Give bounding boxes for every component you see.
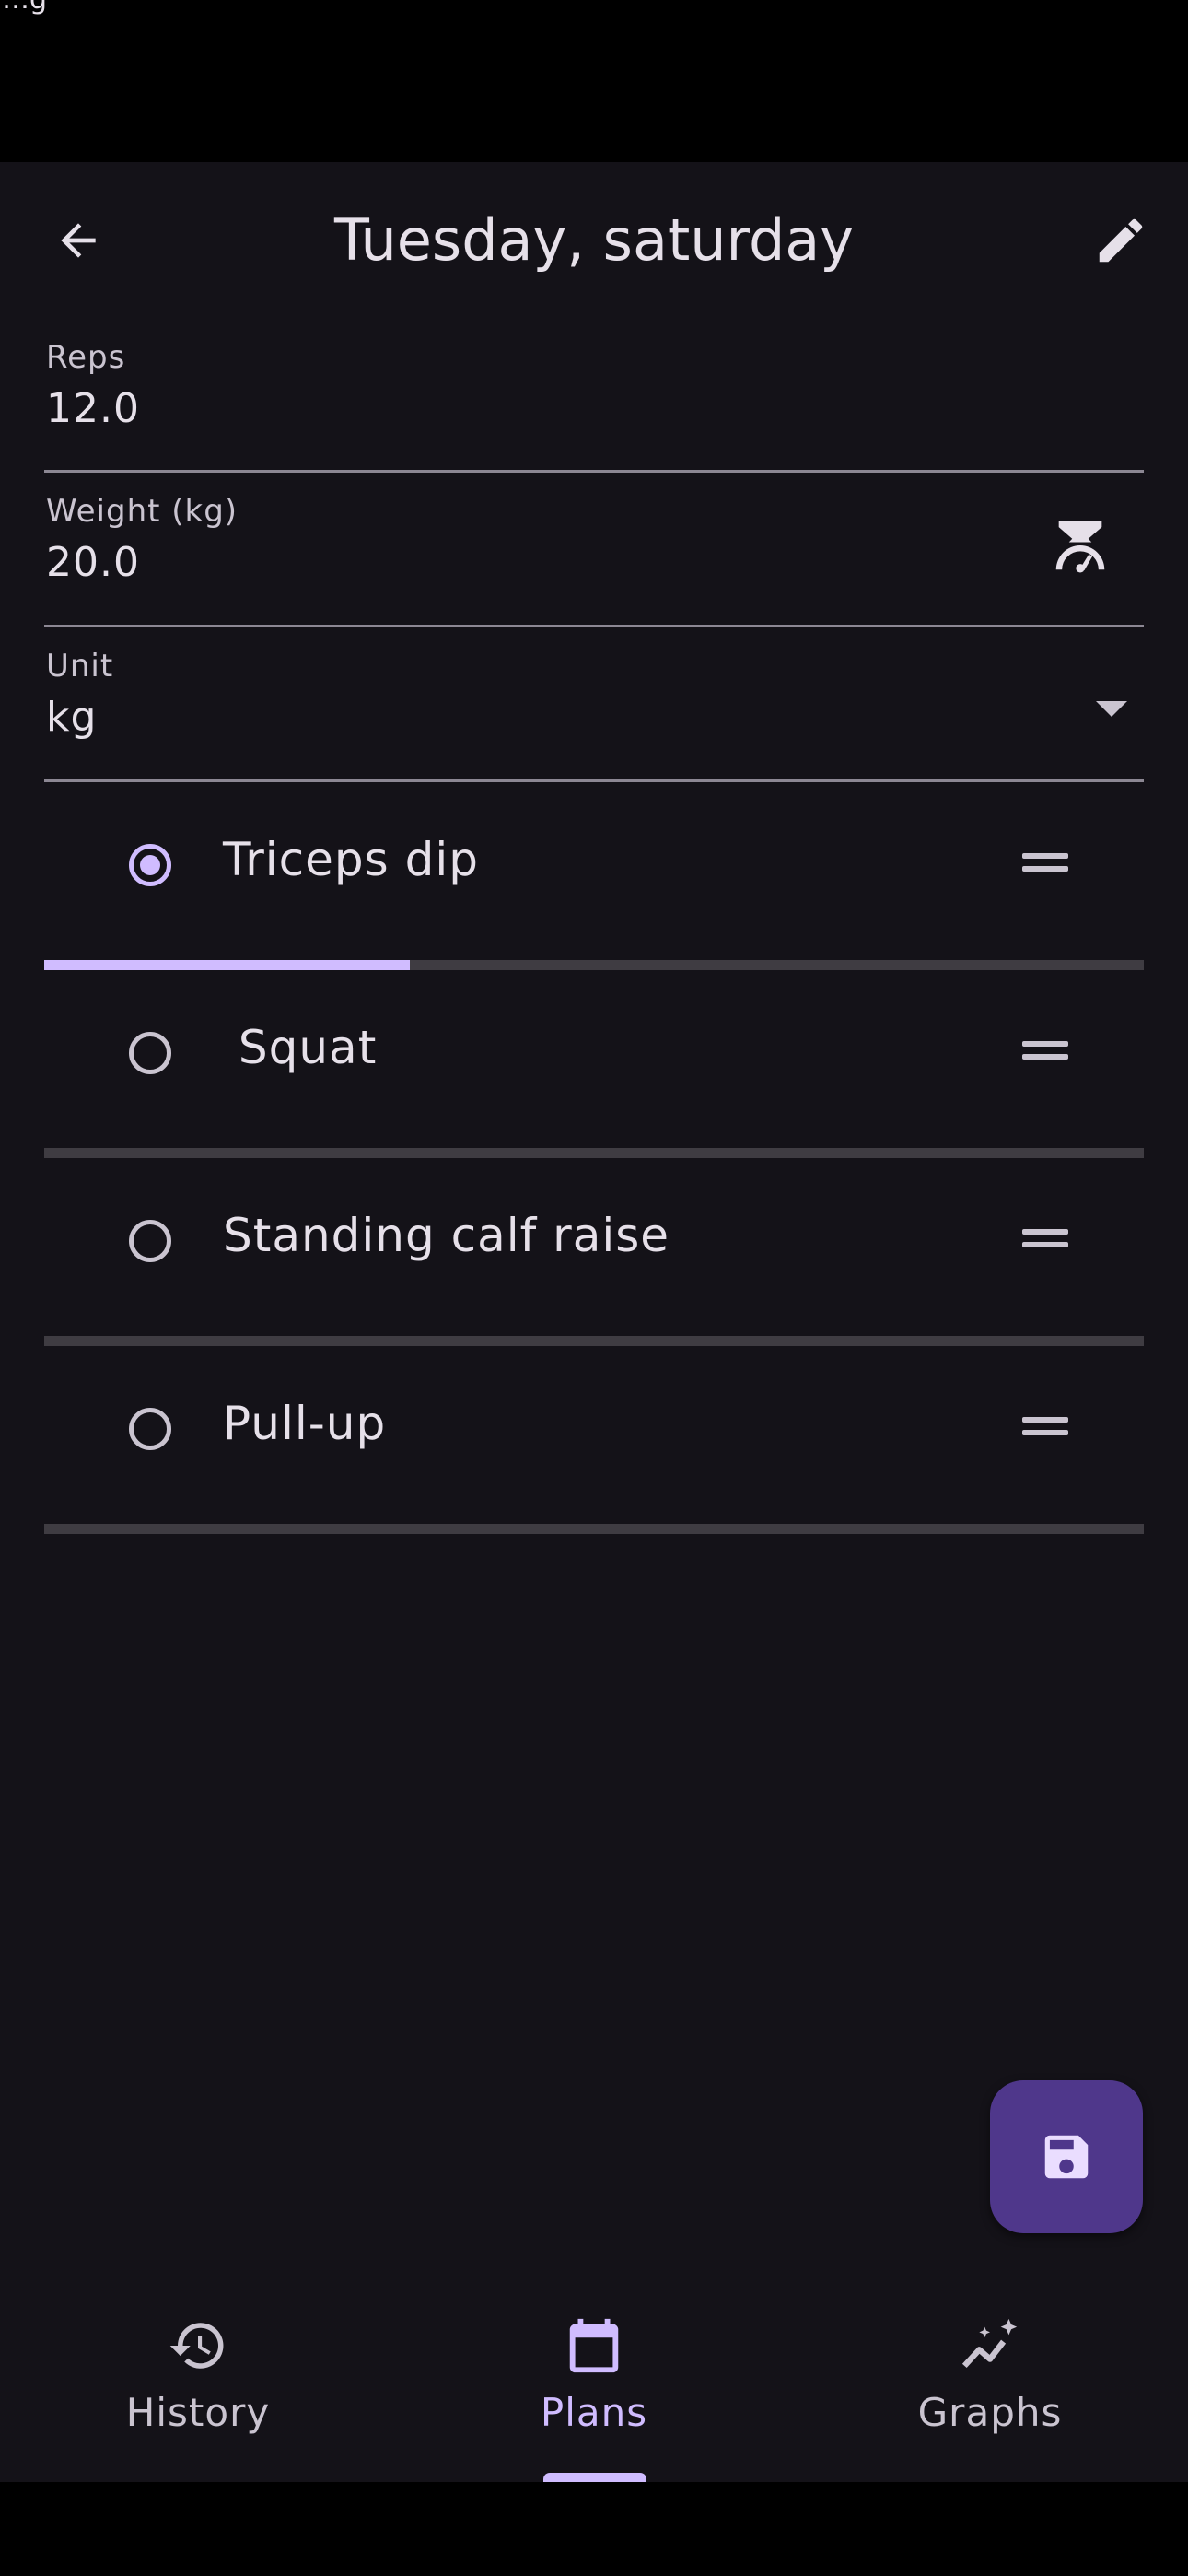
save-icon: [1044, 2135, 1089, 2179]
exercise-progress-fill: [44, 960, 410, 970]
exercise-item[interactable]: Standing calf raise: [44, 1161, 1144, 1346]
drag-handle-icon[interactable]: [1022, 1034, 1068, 1060]
drag-handle-icon[interactable]: [1022, 846, 1068, 872]
radio-selected-icon[interactable]: [129, 844, 171, 886]
exercise-name: Triceps dip: [223, 833, 479, 886]
page-title: Tuesday, saturday: [334, 206, 854, 274]
nav-item-history[interactable]: History: [0, 2265, 396, 2482]
pencil-icon: [1099, 218, 1143, 263]
nav-label: Graphs: [917, 2390, 1063, 2435]
weight-field[interactable]: Weight (kg) 20.0: [44, 473, 1144, 627]
graph-icon: [957, 2313, 1023, 2379]
system-navigation-bar: [0, 2482, 1188, 2576]
reps-field[interactable]: Reps 12.0: [44, 319, 1144, 473]
exercise-progress: [44, 960, 1144, 970]
reps-label: Reps: [46, 339, 126, 376]
radio-unselected-icon[interactable]: [129, 1220, 171, 1262]
drag-handle-icon[interactable]: [1022, 1410, 1068, 1435]
weight-label: Weight (kg): [46, 493, 239, 530]
save-fab-button[interactable]: [990, 2080, 1143, 2233]
exercise-item[interactable]: Triceps dip: [44, 785, 1144, 970]
nav-label: Plans: [540, 2390, 648, 2435]
exercise-name: Pull-up: [223, 1397, 387, 1450]
exercise-name: Squat: [223, 1021, 378, 1074]
exercise-name: Standing calf raise: [223, 1209, 670, 1262]
calendar-icon: [561, 2313, 627, 2379]
scale-button[interactable]: [1039, 504, 1122, 587]
bottom-navigation: History Plans Graphs: [0, 2265, 1188, 2482]
radio-unselected-icon[interactable]: [129, 1408, 171, 1450]
exercise-progress: [44, 1524, 1144, 1534]
history-icon: [165, 2313, 231, 2379]
exercise-item[interactable]: Pull-up: [44, 1349, 1144, 1534]
nav-item-graphs[interactable]: Graphs: [792, 2265, 1188, 2482]
dropdown-arrow-icon[interactable]: [1096, 701, 1127, 717]
scale-icon: [1055, 521, 1105, 573]
unit-label: Unit: [46, 648, 114, 685]
weight-value[interactable]: 20.0: [46, 539, 140, 586]
status-bar: …g: [0, 0, 1188, 162]
reps-value[interactable]: 12.0: [46, 385, 140, 432]
edit-button[interactable]: [1079, 199, 1162, 282]
radio-unselected-icon[interactable]: [129, 1032, 171, 1074]
exercise-item[interactable]: Squat: [44, 973, 1144, 1158]
unit-value[interactable]: kg: [46, 694, 97, 741]
nav-item-plans[interactable]: Plans: [396, 2265, 792, 2482]
status-text: …g: [2, 0, 47, 16]
drag-handle-icon[interactable]: [1022, 1222, 1068, 1247]
unit-dropdown[interactable]: Unit kg: [44, 627, 1144, 782]
exercise-progress: [44, 1148, 1144, 1158]
exercise-progress: [44, 1336, 1144, 1346]
nav-label: History: [125, 2390, 271, 2435]
app-bar: Tuesday, saturday: [0, 162, 1188, 319]
